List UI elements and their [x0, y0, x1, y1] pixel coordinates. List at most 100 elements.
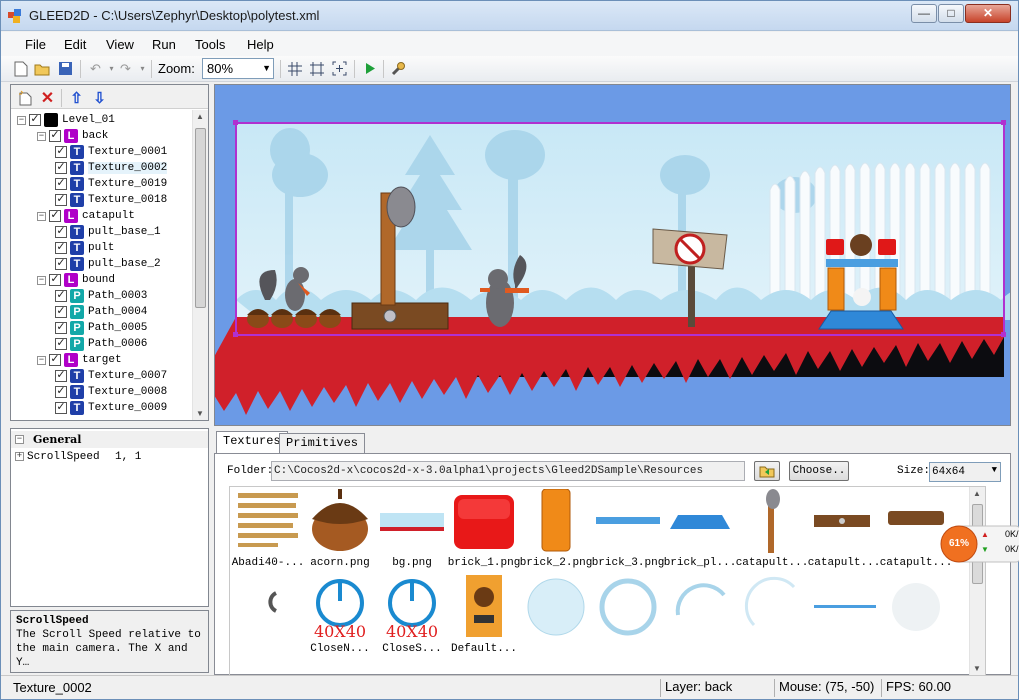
tree-node[interactable]: ✓ Tpult — [55, 240, 114, 256]
tree-node[interactable]: ✓ Tpult_base_1 — [55, 224, 161, 240]
visibility-checkbox[interactable]: ✓ — [55, 162, 67, 174]
visibility-checkbox[interactable]: ✓ — [49, 274, 61, 286]
texture-item[interactable]: brick_3.png — [592, 489, 664, 573]
scroll-down-icon[interactable]: ▼ — [196, 409, 204, 418]
open-folder-icon[interactable] — [34, 60, 51, 77]
maximize-button[interactable]: □ — [938, 4, 964, 23]
scroll-thumb[interactable] — [195, 128, 206, 308]
menu-view[interactable]: View — [106, 37, 134, 52]
tree-node[interactable]: ✓ T Texture_0019 — [55, 176, 167, 192]
tree-node[interactable]: ✓ T Texture_0008 — [55, 384, 167, 400]
collapse-icon[interactable]: − — [37, 355, 46, 365]
menu-edit[interactable]: Edit — [64, 37, 86, 52]
menu-file[interactable]: File — [25, 37, 46, 52]
texture-item[interactable]: acorn.png — [304, 489, 376, 573]
visibility-checkbox[interactable]: ✓ — [55, 402, 67, 414]
redo-icon[interactable]: ↷ — [117, 60, 134, 77]
texture-item[interactable]: Abadi40-... — [232, 489, 304, 573]
visibility-checkbox[interactable]: ✓ — [55, 290, 67, 302]
visibility-checkbox[interactable]: ✓ — [29, 114, 41, 126]
texture-item[interactable]: brick_pl... — [664, 489, 736, 573]
visibility-checkbox[interactable]: ✓ — [49, 354, 61, 366]
texture-item[interactable]: bg.png — [376, 489, 448, 573]
visibility-checkbox[interactable]: ✓ — [55, 386, 67, 398]
tab-primitives[interactable]: Primitives — [279, 433, 366, 453]
collapse-icon[interactable]: − — [15, 435, 24, 444]
texture-item[interactable]: 40X40 CloseS... — [376, 575, 448, 659]
texture-item[interactable] — [520, 575, 592, 659]
folder-path-input[interactable]: C:\Cocos2d-x\cocos2d-x-3.0alpha1\project… — [271, 461, 745, 481]
scroll-down-icon[interactable]: ▼ — [973, 664, 981, 673]
visibility-checkbox[interactable]: ✓ — [55, 258, 67, 270]
menu-run[interactable]: Run — [152, 37, 176, 52]
thumbnail-size-select[interactable]: 64x64 ▼ — [929, 462, 1001, 482]
property-value[interactable]: 1, 1 — [115, 451, 141, 463]
scroll-up-icon[interactable]: ▲ — [973, 489, 981, 498]
move-up-icon[interactable]: ⇧ — [68, 89, 85, 107]
menu-help[interactable]: Help — [247, 37, 274, 52]
property-category[interactable]: − General — [11, 431, 208, 448]
visibility-checkbox[interactable]: ✓ — [55, 242, 67, 254]
visibility-checkbox[interactable]: ✓ — [55, 306, 67, 318]
tree-node[interactable]: ✓ P Path_0006 — [55, 336, 147, 352]
network-monitor-widget[interactable]: 61% ▲ 0K/ ▼ 0K/ — [939, 524, 1019, 564]
tree-node[interactable]: ✓ P Path_0003 — [55, 288, 147, 304]
snap-grid-icon[interactable] — [308, 60, 325, 77]
scroll-up-icon[interactable]: ▲ — [196, 112, 204, 121]
texture-item[interactable] — [880, 575, 952, 659]
visibility-checkbox[interactable]: ✓ — [55, 146, 67, 158]
texture-item[interactable]: brick_2.png — [520, 489, 592, 573]
tree-node[interactable]: ✓ T Texture_0009 — [55, 400, 167, 416]
visibility-checkbox[interactable]: ✓ — [55, 178, 67, 190]
texture-item[interactable] — [736, 575, 808, 659]
run-icon[interactable] — [361, 60, 378, 77]
tree-node[interactable]: − ✓ Lbound — [37, 272, 115, 288]
tree-node[interactable]: ✓ P Path_0005 — [55, 320, 147, 336]
texture-item[interactable]: brick_1.png — [448, 489, 520, 573]
texture-item[interactable] — [664, 575, 736, 659]
crosshair-icon[interactable] — [331, 60, 348, 77]
visibility-checkbox[interactable]: ✓ — [55, 370, 67, 382]
collapse-icon[interactable]: − — [37, 131, 46, 141]
texture-item[interactable]: Default... — [448, 575, 520, 659]
delete-icon[interactable]: ✕ — [39, 89, 56, 107]
tree-node[interactable]: ✓ T Texture_0018 — [55, 192, 167, 208]
visibility-checkbox[interactable]: ✓ — [55, 322, 67, 334]
texture-item[interactable]: catapult... — [736, 489, 808, 573]
close-button[interactable]: ✕ — [965, 4, 1011, 23]
visibility-checkbox[interactable]: ✓ — [55, 226, 67, 238]
move-down-icon[interactable]: ⇩ — [91, 89, 108, 107]
tree-scrollbar[interactable]: ▲ ▼ — [192, 110, 208, 420]
texture-item[interactable] — [232, 575, 304, 659]
undo-icon[interactable]: ↶ — [87, 60, 104, 77]
expand-icon[interactable]: + — [15, 452, 24, 461]
redo-dropdown-icon[interactable]: ▾ — [134, 60, 151, 77]
save-icon[interactable] — [57, 60, 74, 77]
property-row[interactable]: + ScrollSpeed 1, 1 — [11, 448, 208, 465]
texture-grid-scrollbar[interactable]: ▲ ▼ — [969, 487, 985, 675]
new-item-icon[interactable] — [17, 89, 34, 106]
tree-node[interactable]: ✓ T Texture_0002 — [55, 160, 168, 176]
collapse-icon[interactable]: − — [37, 211, 46, 221]
tree-node[interactable]: ✓ T Texture_0007 — [55, 368, 167, 384]
tree-node[interactable]: − ✓ Lcatapult — [37, 208, 135, 224]
texture-item[interactable] — [808, 575, 880, 659]
visibility-checkbox[interactable]: ✓ — [55, 338, 67, 350]
collapse-icon[interactable]: − — [17, 115, 26, 125]
texture-item[interactable]: catapult... — [808, 489, 880, 573]
visibility-checkbox[interactable]: ✓ — [49, 210, 61, 222]
zoom-select[interactable]: 80% ▼ — [202, 58, 274, 79]
texture-item[interactable] — [592, 575, 664, 659]
tree-node[interactable]: ✓ Tpult_base_2 — [55, 256, 161, 272]
grid-icon[interactable] — [286, 60, 303, 77]
tree-node[interactable]: − ✓ Lback — [37, 128, 108, 144]
tree-node[interactable]: ✓ P Path_0004 — [55, 304, 147, 320]
choose-button[interactable]: Choose.. — [789, 461, 849, 481]
menu-tools[interactable]: Tools — [195, 37, 225, 52]
tree-node[interactable]: ✓ T Texture_0001 — [55, 144, 167, 160]
visibility-checkbox[interactable]: ✓ — [55, 194, 67, 206]
level-canvas[interactable] — [214, 84, 1011, 426]
collapse-icon[interactable]: − — [37, 275, 46, 285]
visibility-checkbox[interactable]: ✓ — [49, 130, 61, 142]
tree-node[interactable]: − ✓ Level_01 — [17, 112, 115, 128]
